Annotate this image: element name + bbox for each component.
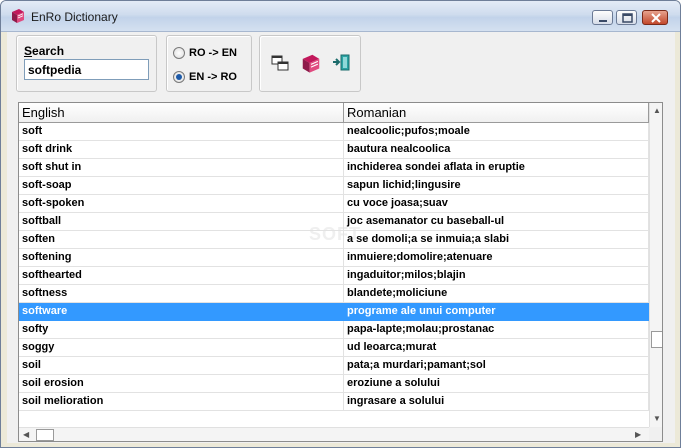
cell-english[interactable]: softening (19, 249, 344, 267)
cell-romanian[interactable]: joc asemanator cu baseball-ul (344, 213, 649, 231)
search-label: Search (24, 44, 65, 58)
cell-romanian[interactable]: ingrasare a solului (344, 393, 649, 411)
radio-ro-en[interactable]: RO -> EN (173, 47, 237, 59)
title-bar[interactable]: EnRo Dictionary (1, 1, 680, 32)
app-book-icon (12, 9, 24, 23)
cell-english[interactable]: softy (19, 321, 344, 339)
minimize-button[interactable] (592, 10, 613, 25)
table-row[interactable]: soft-soap sapun lichid;lingusire (19, 177, 649, 195)
table-row[interactable]: softball joc asemanator cu baseball-ul (19, 213, 649, 231)
exit-button[interactable] (331, 52, 353, 74)
cell-romanian[interactable]: inmuiere;domolire;atenuare (344, 249, 649, 267)
scroll-up-icon[interactable]: ▲ (653, 106, 661, 116)
radio-ro-en-circle[interactable] (173, 47, 185, 59)
radio-en-ro-circle[interactable] (173, 71, 185, 83)
table-row[interactable]: soften a se domoli;a se inmuia;a slabi (19, 231, 649, 249)
cell-english[interactable]: soft-soap (19, 177, 344, 195)
cell-romanian[interactable]: ingaduitor;milos;blajin (344, 267, 649, 285)
cell-english[interactable]: soggy (19, 339, 344, 357)
direction-panel: RO -> EN EN -> RO (166, 35, 252, 92)
cell-english[interactable]: soft-spoken (19, 195, 344, 213)
cell-romanian[interactable]: blandete;moliciune (344, 285, 649, 303)
scroll-left-icon[interactable]: ◀ (23, 430, 29, 440)
table-row[interactable]: soil pata;a murdari;pamant;sol (19, 357, 649, 375)
radio-en-ro[interactable]: EN -> RO (173, 71, 237, 83)
exit-icon (333, 54, 350, 71)
scroll-down-icon[interactable]: ▼ (653, 414, 661, 424)
vertical-scrollbar[interactable]: ▲ ▼ (649, 103, 662, 427)
table-row[interactable]: softening inmuiere;domolire;atenuare (19, 249, 649, 267)
table-row[interactable]: soil erosion eroziune a solului (19, 375, 649, 393)
cell-romanian[interactable]: cu voce joasa;suav (344, 195, 649, 213)
cell-english[interactable]: soil melioration (19, 393, 344, 411)
cell-english[interactable]: soft drink (19, 141, 344, 159)
horizontal-scroll-thumb[interactable] (36, 429, 54, 441)
toolbar-panel (259, 35, 361, 92)
column-header-english[interactable]: English (19, 103, 344, 123)
table-row[interactable]: soil melioration ingrasare a solului (19, 393, 649, 411)
cell-english[interactable]: softness (19, 285, 344, 303)
cell-romanian[interactable]: nealcoolic;pufos;moale (344, 123, 649, 141)
radio-en-ro-label: EN -> RO (189, 71, 237, 83)
horizontal-scrollbar[interactable]: ◀ ▶ (19, 427, 649, 441)
cell-romanian[interactable]: sapun lichid;lingusire (344, 177, 649, 195)
dictionary-button[interactable] (300, 52, 322, 74)
windows-icon (271, 55, 289, 71)
table-row[interactable]: softhearted ingaduitor;milos;blajin (19, 267, 649, 285)
app-window: EnRo Dictionary Search RO -> EN EN -> RO (0, 0, 681, 448)
vertical-scroll-thumb[interactable] (651, 331, 662, 348)
cell-romanian[interactable]: papa-lapte;molau;prostanac (344, 321, 649, 339)
cell-english[interactable]: softhearted (19, 267, 344, 285)
cell-english[interactable]: soften (19, 231, 344, 249)
cell-romanian[interactable]: programe ale unui computer (344, 303, 649, 321)
cell-english[interactable]: softball (19, 213, 344, 231)
cell-romanian[interactable]: bautura nealcoolica (344, 141, 649, 159)
book-icon (302, 54, 320, 73)
table-row[interactable]: softy papa-lapte;molau;prostanac (19, 321, 649, 339)
minimize-icon (599, 20, 607, 22)
radio-ro-en-label: RO -> EN (189, 47, 237, 59)
cell-romanian[interactable]: a se domoli;a se inmuia;a slabi (344, 231, 649, 249)
table-row[interactable]: soft nealcoolic;pufos;moale (19, 123, 649, 141)
maximize-icon (622, 13, 633, 23)
column-header-romanian[interactable]: Romanian (344, 103, 649, 123)
grid-rows: soft nealcoolic;pufos;moale soft drink baut… (19, 123, 649, 411)
table-row[interactable]: softness blandete;moliciune (19, 285, 649, 303)
table-row[interactable]: soggy ud leoarca;murat (19, 339, 649, 357)
cell-english[interactable]: soil erosion (19, 375, 344, 393)
table-row[interactable]: soft-spoken cu voce joasa;suav (19, 195, 649, 213)
cell-romanian[interactable]: inchiderea sondei aflata in eruptie (344, 159, 649, 177)
maximize-button[interactable] (616, 10, 637, 25)
close-button[interactable] (642, 10, 668, 25)
grid-header: English Romanian (19, 103, 649, 123)
table-row[interactable]: soft shut in inchiderea sondei aflata in … (19, 159, 649, 177)
cell-english[interactable]: soil (19, 357, 344, 375)
table-row[interactable]: software programe ale unui computer (19, 303, 649, 321)
table-row[interactable]: soft drink bautura nealcoolica (19, 141, 649, 159)
cell-english[interactable]: soft shut in (19, 159, 344, 177)
cell-english[interactable]: software (19, 303, 344, 321)
scroll-corner (649, 427, 662, 441)
close-icon (651, 13, 661, 23)
main-content: Search RO -> EN EN -> RO (7, 32, 675, 443)
windows-button[interactable] (269, 52, 291, 74)
cell-english[interactable]: soft (19, 123, 344, 141)
cell-romanian[interactable]: ud leoarca;murat (344, 339, 649, 357)
results-grid[interactable]: English Romanian SOFT soft nealcoolic;puf… (18, 102, 663, 442)
search-panel: Search (16, 35, 157, 92)
cell-romanian[interactable]: eroziune a solului (344, 375, 649, 393)
cell-romanian[interactable]: pata;a murdari;pamant;sol (344, 357, 649, 375)
scroll-right-icon[interactable]: ▶ (635, 430, 641, 440)
window-title: EnRo Dictionary (31, 10, 118, 24)
search-input[interactable] (24, 59, 149, 80)
